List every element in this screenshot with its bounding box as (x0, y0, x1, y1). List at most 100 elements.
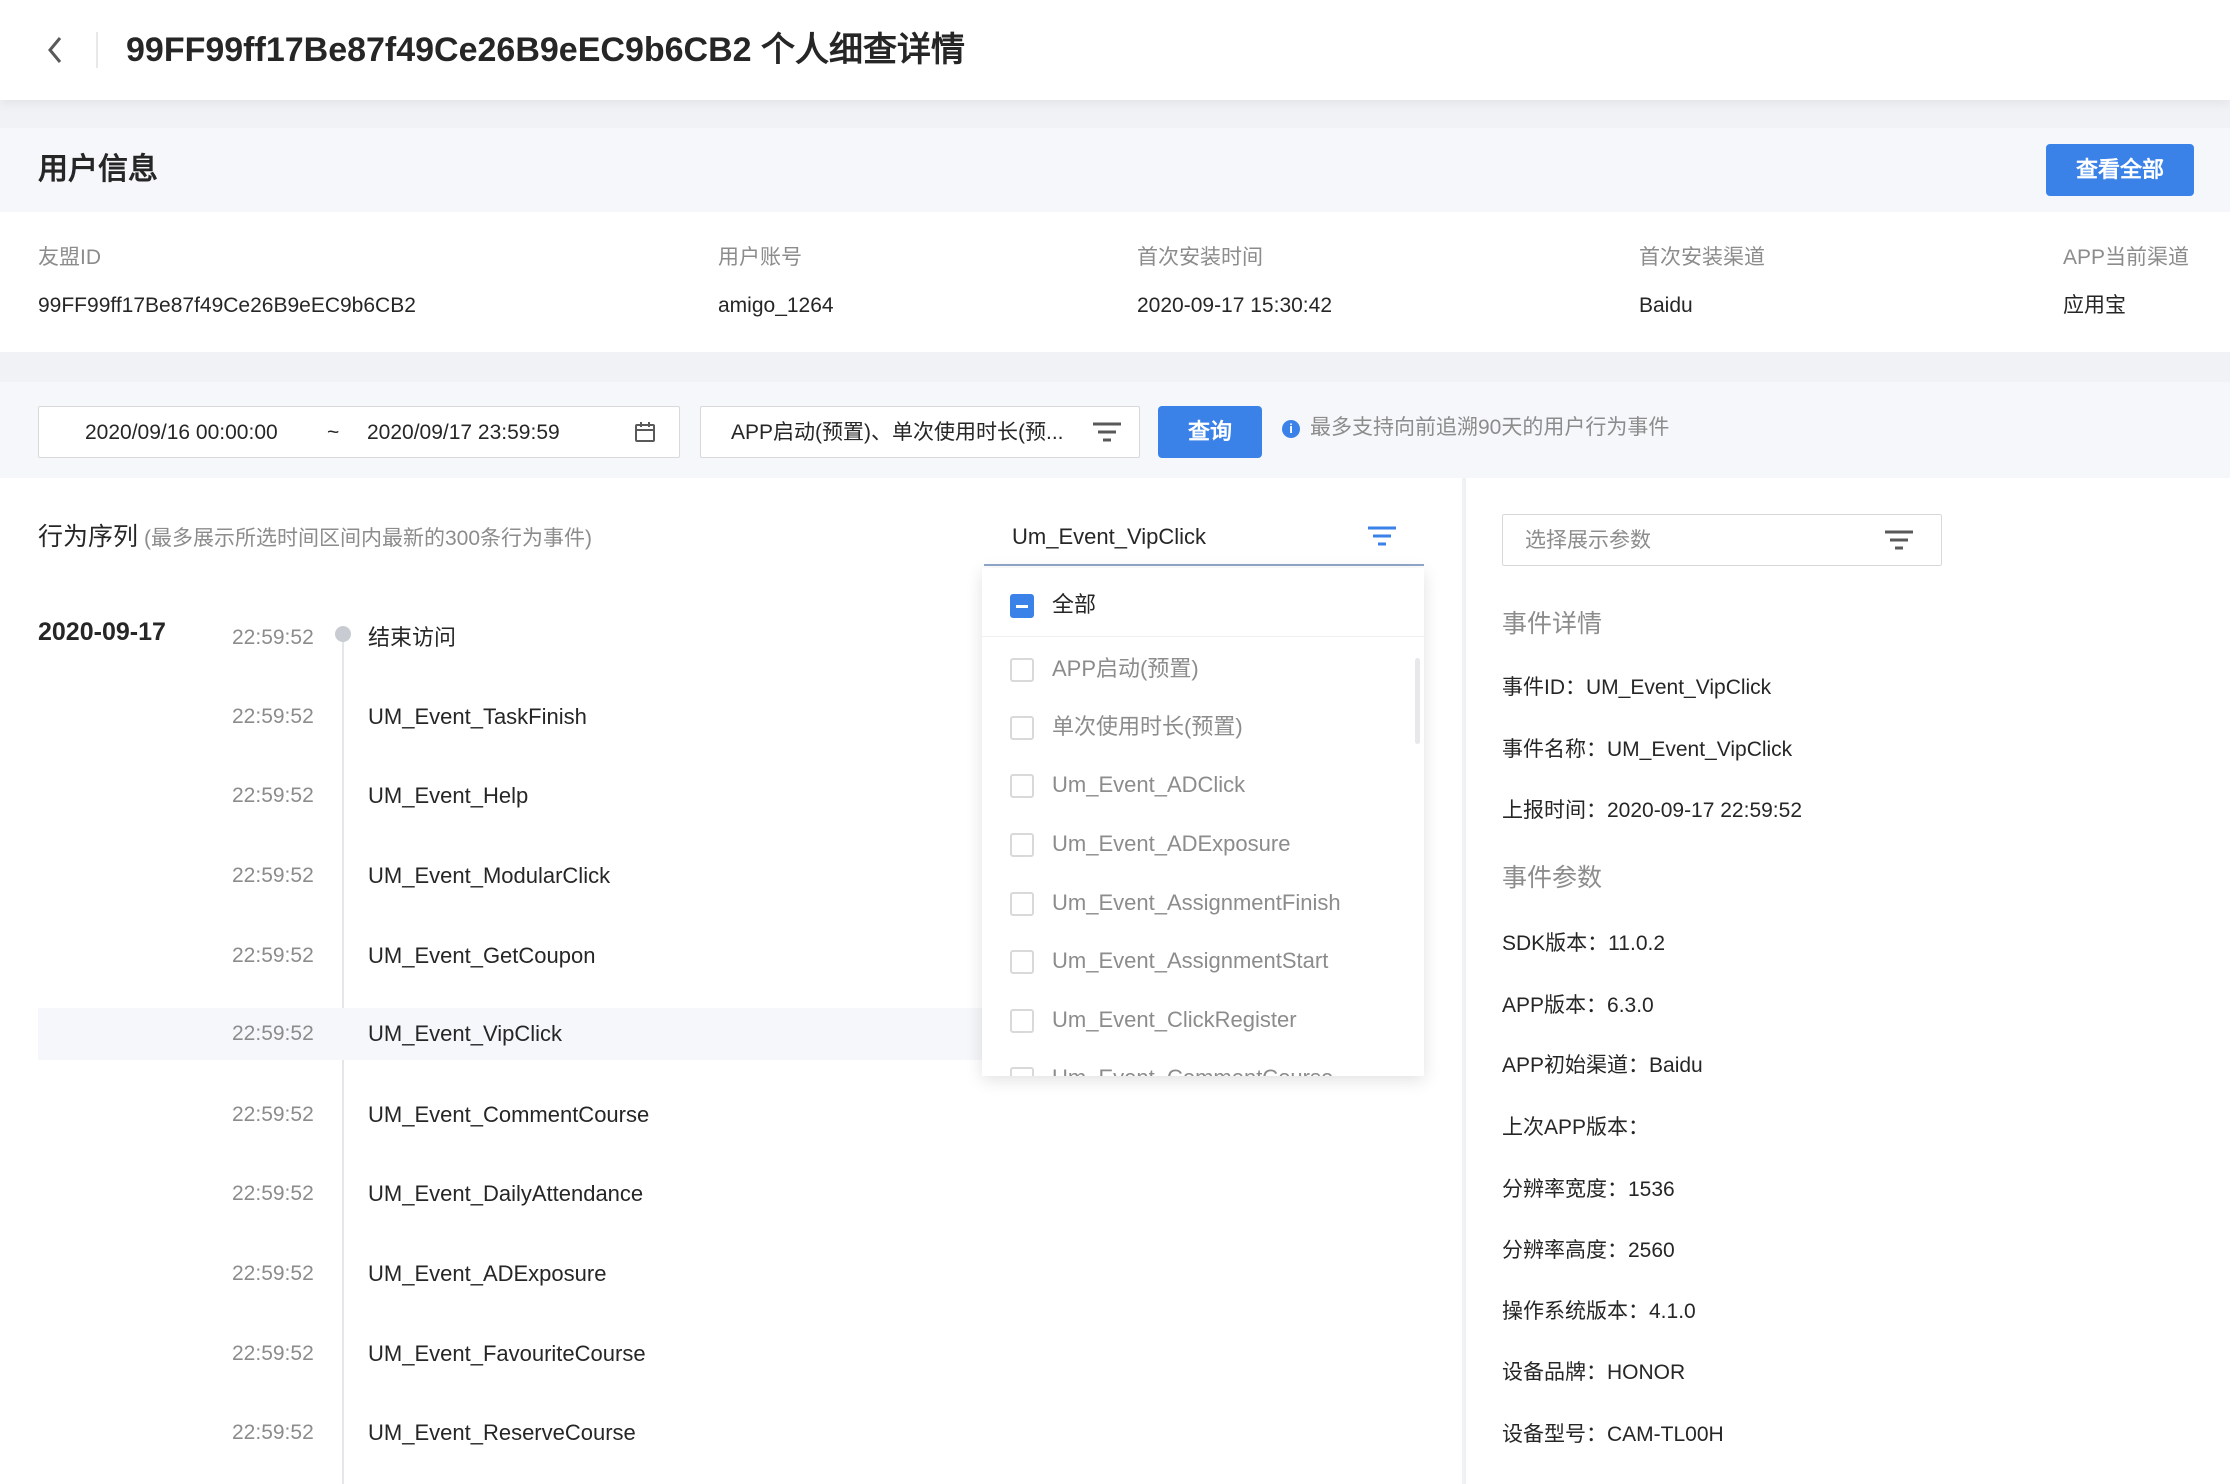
param-select-placeholder: 选择展示参数 (1525, 529, 1651, 552)
param-field: 设备型号：CAM-TL00H (1502, 1423, 1724, 1446)
dropdown-option[interactable]: Um_Event_ADClick (982, 756, 1424, 812)
event-time: 22:59:52 (232, 705, 314, 728)
chevron-left-icon[interactable] (38, 28, 74, 72)
date-end[interactable]: 2020/09/17 23:59:59 (367, 420, 560, 446)
checkbox[interactable] (1010, 716, 1034, 740)
event-time: 22:59:52 (232, 784, 314, 807)
date-separator: ~ (327, 421, 340, 444)
page-header: 99FF99ff17Be87f49Ce26B9eEC9b6CB2 个人细查详情 (0, 0, 2230, 100)
checkbox-indeterminate[interactable] (1010, 594, 1034, 618)
event-time: 22:59:52 (232, 1182, 314, 1205)
sequence-subtitle: (最多展示所选时间区间内最新的300条行为事件) (144, 527, 593, 550)
option-label: 全部 (1052, 592, 1097, 617)
date-start[interactable]: 2020/09/16 00:00:00 (85, 420, 278, 446)
event-details-panel: 选择展示参数 事件详情 事件ID：UM_Event_VipClick 事件名称：… (1464, 478, 2230, 1484)
event-time: 22:59:52 (232, 1103, 314, 1126)
info-value: 2020-09-17 15:30:42 (1137, 294, 1332, 317)
event-name: UM_Event_ReserveCourse (368, 1420, 636, 1445)
filter-icon[interactable] (1883, 528, 1915, 552)
dropdown-option[interactable]: Um_Event_AssignmentFinish (982, 874, 1424, 930)
info-icon: i (1282, 420, 1300, 438)
event-name: UM_Event_TaskFinish (368, 704, 587, 729)
user-info-header: 用户信息 查看全部 (0, 128, 2230, 212)
retention-hint: i 最多支持向前追溯90天的用户行为事件 (1282, 412, 1669, 444)
behavior-sequence-panel: 行为序列 (最多展示所选时间区间内最新的300条行为事件) 2020-09-17 … (0, 478, 1462, 1484)
timeline-row[interactable]: 22:59:52 UM_Event_Help (38, 770, 998, 822)
option-label: 单次使用时长(预置) (1052, 714, 1243, 739)
filter-icon[interactable] (1091, 420, 1123, 444)
param-field: 设备品牌：HONOR (1502, 1361, 1686, 1384)
checkbox[interactable] (1010, 1067, 1034, 1076)
timeline-row[interactable]: 22:59:52 UM_Event_GetCoupon (38, 930, 998, 982)
timeline-row[interactable]: 22:59:52 UM_Event_FavouriteCourse (38, 1328, 998, 1380)
event-name: UM_Event_ADExposure (368, 1261, 607, 1286)
timeline-row[interactable]: 22:59:52 UM_Event_TaskFinish (38, 691, 998, 743)
info-value: 应用宝 (2063, 294, 2126, 317)
dropdown-option[interactable]: Um_Event_AssignmentStart (982, 932, 1424, 988)
event-params-title: 事件参数 (1502, 864, 1603, 892)
calendar-icon[interactable] (633, 420, 657, 444)
info-label: 友盟ID (38, 246, 101, 269)
info-field-install-time: 首次安装时间 2020-09-17 15:30:42 (1137, 242, 1332, 322)
info-label: 首次安装时间 (1137, 246, 1263, 269)
option-label: Um_Event_ADExposure (1052, 831, 1291, 856)
date-range-picker[interactable]: 2020/09/16 00:00:00 ~ 2020/09/17 23:59:5… (38, 406, 680, 458)
dropdown-option[interactable]: APP启动(预置) (982, 640, 1424, 696)
filter-bar: 2020/09/16 00:00:00 ~ 2020/09/17 23:59:5… (0, 382, 2230, 478)
event-name: UM_Event_DailyAttendance (368, 1181, 644, 1206)
timeline-row[interactable]: 22:59:52 UM_Event_CommentCourse (38, 1089, 998, 1141)
event-type-select[interactable]: APP启动(预置)、单次使用时长(预... (700, 406, 1140, 458)
dropdown-option[interactable]: Um_Event_ADExposure (982, 815, 1424, 871)
event-select-value: APP启动(预置)、单次使用时长(预... (731, 421, 1064, 444)
option-label: Um_Event_ADClick (1052, 772, 1246, 797)
page-title: 99FF99ff17Be87f49Ce26B9eEC9b6CB2 个人细查详情 (126, 31, 965, 69)
dropdown-option[interactable]: Um_Event_ClickRegister (982, 991, 1424, 1047)
view-all-button[interactable]: 查看全部 (2046, 144, 2194, 196)
param-field: 分辨率高度：2560 (1502, 1239, 1675, 1262)
timeline-dot (335, 626, 351, 642)
event-time: 22:59:52 (232, 944, 314, 967)
event-name: UM_Event_Help (368, 783, 529, 808)
event-details-title: 事件详情 (1502, 610, 1603, 638)
query-button[interactable]: 查询 (1158, 406, 1262, 458)
timeline-row-selected[interactable]: 22:59:52 UM_Event_VipClick (38, 1008, 998, 1060)
dropdown-option[interactable]: 单次使用时长(预置) (982, 698, 1424, 754)
checkbox[interactable] (1010, 950, 1034, 974)
checkbox[interactable] (1010, 658, 1034, 682)
detail-event-name: 事件名称：UM_Event_VipClick (1502, 738, 1793, 761)
checkbox[interactable] (1010, 1009, 1034, 1033)
info-label: 首次安装渠道 (1639, 246, 1765, 269)
checkbox[interactable] (1010, 833, 1034, 857)
detail-report-time: 上报时间：2020-09-17 22:59:52 (1502, 799, 1802, 822)
info-field-umeng-id: 友盟ID 99FF99ff17Be87f49Ce26B9eEC9b6CB2 (38, 242, 416, 322)
checkbox[interactable] (1010, 774, 1034, 798)
option-label: Um_Event_CommentCourse (1052, 1063, 1333, 1076)
param-field: APP版本：6.3.0 (1502, 994, 1654, 1017)
filter-icon[interactable] (1366, 524, 1398, 548)
info-label: APP当前渠道 (2063, 246, 2190, 269)
timeline-row[interactable]: 22:59:52 UM_Event_DailyAttendance (38, 1168, 998, 1220)
timeline-row[interactable]: 22:59:52 UM_Event_ADExposure (38, 1248, 998, 1300)
event-time: 22:59:52 (232, 864, 314, 887)
dropdown-option-all[interactable]: 全部 (982, 576, 1424, 632)
event-time: 22:59:52 (232, 1342, 314, 1365)
param-select[interactable]: 选择展示参数 (1502, 514, 1942, 566)
user-info-panel: 友盟ID 99FF99ff17Be87f49Ce26B9eEC9b6CB2 用户… (0, 212, 2230, 352)
timeline-row[interactable]: 22:59:52 UM_Event_ModularClick (38, 850, 998, 902)
param-field: 操作系统版本：4.1.0 (1502, 1300, 1696, 1323)
hint-text: 最多支持向前追溯90天的用户行为事件 (1310, 416, 1670, 439)
info-field-account: 用户账号 amigo_1264 (718, 242, 834, 322)
event-filter-value: Um_Event_VipClick (1012, 524, 1207, 549)
param-field: APP初始渠道：Baidu (1502, 1054, 1703, 1077)
dropdown-divider (982, 636, 1424, 637)
event-time: 22:59:52 (232, 1022, 314, 1045)
dropdown-option[interactable]: Um_Event_CommentCourse (982, 1049, 1424, 1076)
event-filter-input[interactable]: Um_Event_VipClick (984, 508, 1424, 566)
timeline-row[interactable]: 22:59:52 结束访问 (38, 612, 998, 664)
option-label: Um_Event_AssignmentStart (1052, 948, 1329, 973)
checkbox[interactable] (1010, 892, 1034, 916)
timeline-row[interactable]: 22:59:52 UM_Event_ReserveCourse (38, 1407, 998, 1459)
back-button[interactable] (38, 28, 74, 72)
event-time: 22:59:52 (232, 1421, 314, 1444)
event-name: UM_Event_FavouriteCourse (368, 1341, 646, 1366)
